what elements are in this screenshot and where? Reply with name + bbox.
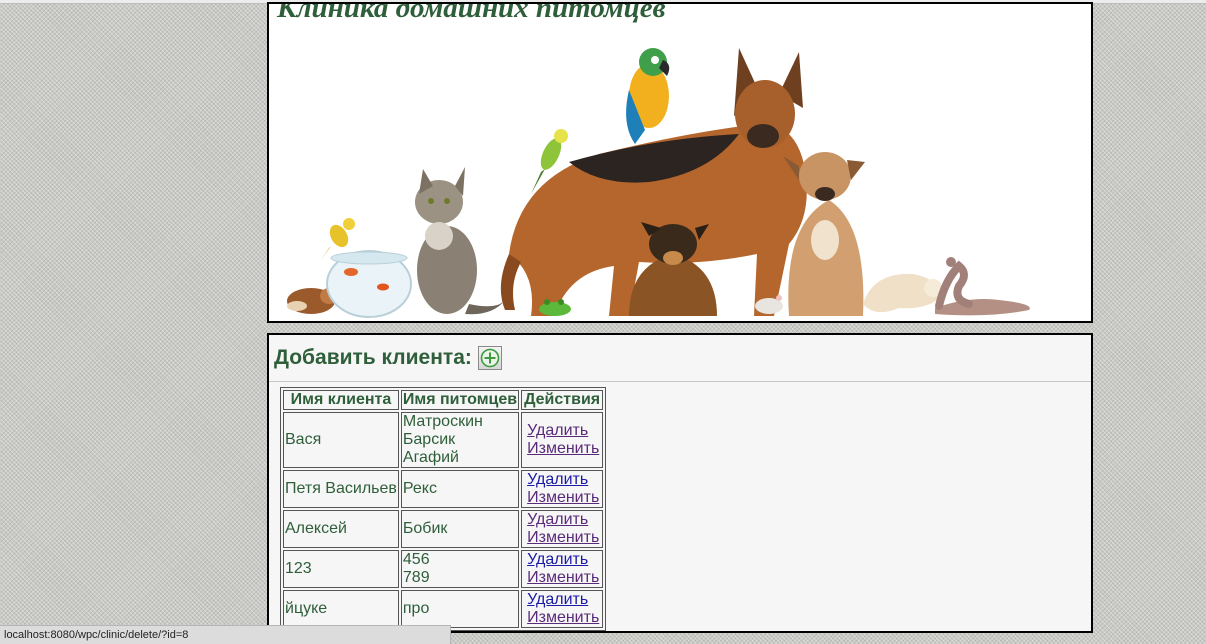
table-row: Алексей Бобик Удалить Изменить	[283, 510, 604, 548]
snake-figure	[935, 257, 1030, 316]
clients-table: Имя клиента Имя питомцев Действия Вася М…	[280, 387, 607, 631]
ferret-figure	[863, 273, 942, 313]
table-row: 123 456 789 Удалить Изменить	[283, 550, 604, 588]
pet-names-cell: Рекс	[400, 470, 520, 508]
site-title: Клиника домашних питомцев	[277, 2, 666, 24]
column-header-actions: Действия	[521, 390, 604, 410]
actions-cell: Удалить Изменить	[521, 590, 604, 628]
browser-status-bar: localhost:8080/wpc/clinic/delete/?id=8	[0, 625, 451, 644]
delete-link[interactable]: Удалить	[523, 591, 601, 609]
add-client-button[interactable]	[477, 346, 502, 370]
edit-link[interactable]: Изменить	[523, 440, 601, 458]
clients-panel: Добавить клиента: Имя клиента Имя питомц…	[267, 333, 1093, 633]
delete-link[interactable]: Удалить	[523, 422, 601, 440]
edit-link[interactable]: Изменить	[523, 489, 601, 507]
actions-cell: Удалить Изменить	[521, 412, 604, 468]
table-row: Петя Васильев Рекс Удалить Изменить	[283, 470, 604, 508]
column-header-pet-names: Имя питомцев	[400, 390, 520, 410]
client-name-cell: 123	[283, 550, 399, 588]
macaw-figure	[626, 48, 670, 144]
pet-name: про	[402, 600, 430, 617]
client-name-cell: Алексей	[283, 510, 399, 548]
pets-banner-image	[287, 48, 1030, 318]
fishbowl-figure	[326, 250, 412, 318]
actions-cell: Удалить Изменить	[521, 510, 604, 548]
pet-names-cell: 456 789	[400, 550, 520, 588]
pet-names-cell: Бобик	[400, 510, 520, 548]
cat-figure	[415, 167, 505, 315]
pet-name: 456	[402, 551, 430, 568]
pet-name: Барсик	[402, 431, 456, 448]
delete-link[interactable]: Удалить	[523, 471, 601, 489]
client-name-cell: йцуке	[283, 590, 399, 628]
pet-names-cell: Матроскин Барсик Агафий	[400, 412, 520, 468]
delete-link[interactable]: Удалить	[523, 551, 601, 569]
actions-cell: Удалить Изменить	[521, 550, 604, 588]
edit-link[interactable]: Изменить	[523, 529, 601, 547]
column-header-client-name: Имя клиента	[283, 390, 399, 410]
edit-link[interactable]: Изменить	[523, 569, 601, 587]
pet-name: Матроскин	[402, 413, 483, 430]
edit-link[interactable]: Изменить	[523, 609, 601, 627]
pet-name: 789	[402, 569, 430, 586]
add-client-row: Добавить клиента:	[269, 335, 1091, 382]
pet-name: Рекс	[402, 480, 437, 497]
pet-names-cell: про	[400, 590, 520, 628]
pet-name: Бобик	[402, 520, 448, 537]
client-name-cell: Петя Васильев	[283, 470, 399, 508]
pet-name: Агафий	[402, 449, 459, 466]
header-banner: Клиника домашних питомцев	[267, 2, 1093, 323]
client-name-cell: Вася	[283, 412, 399, 468]
actions-cell: Удалить Изменить	[521, 470, 604, 508]
table-row: йцуке про Удалить Изменить	[283, 590, 604, 628]
add-client-label: Добавить клиента:	[274, 346, 472, 369]
plus-circle-icon	[480, 348, 500, 368]
table-row: Вася Матроскин Барсик Агафий Удалить Изм…	[283, 412, 604, 468]
delete-link[interactable]: Удалить	[523, 511, 601, 529]
table-header-row: Имя клиента Имя питомцев Действия	[283, 390, 604, 410]
